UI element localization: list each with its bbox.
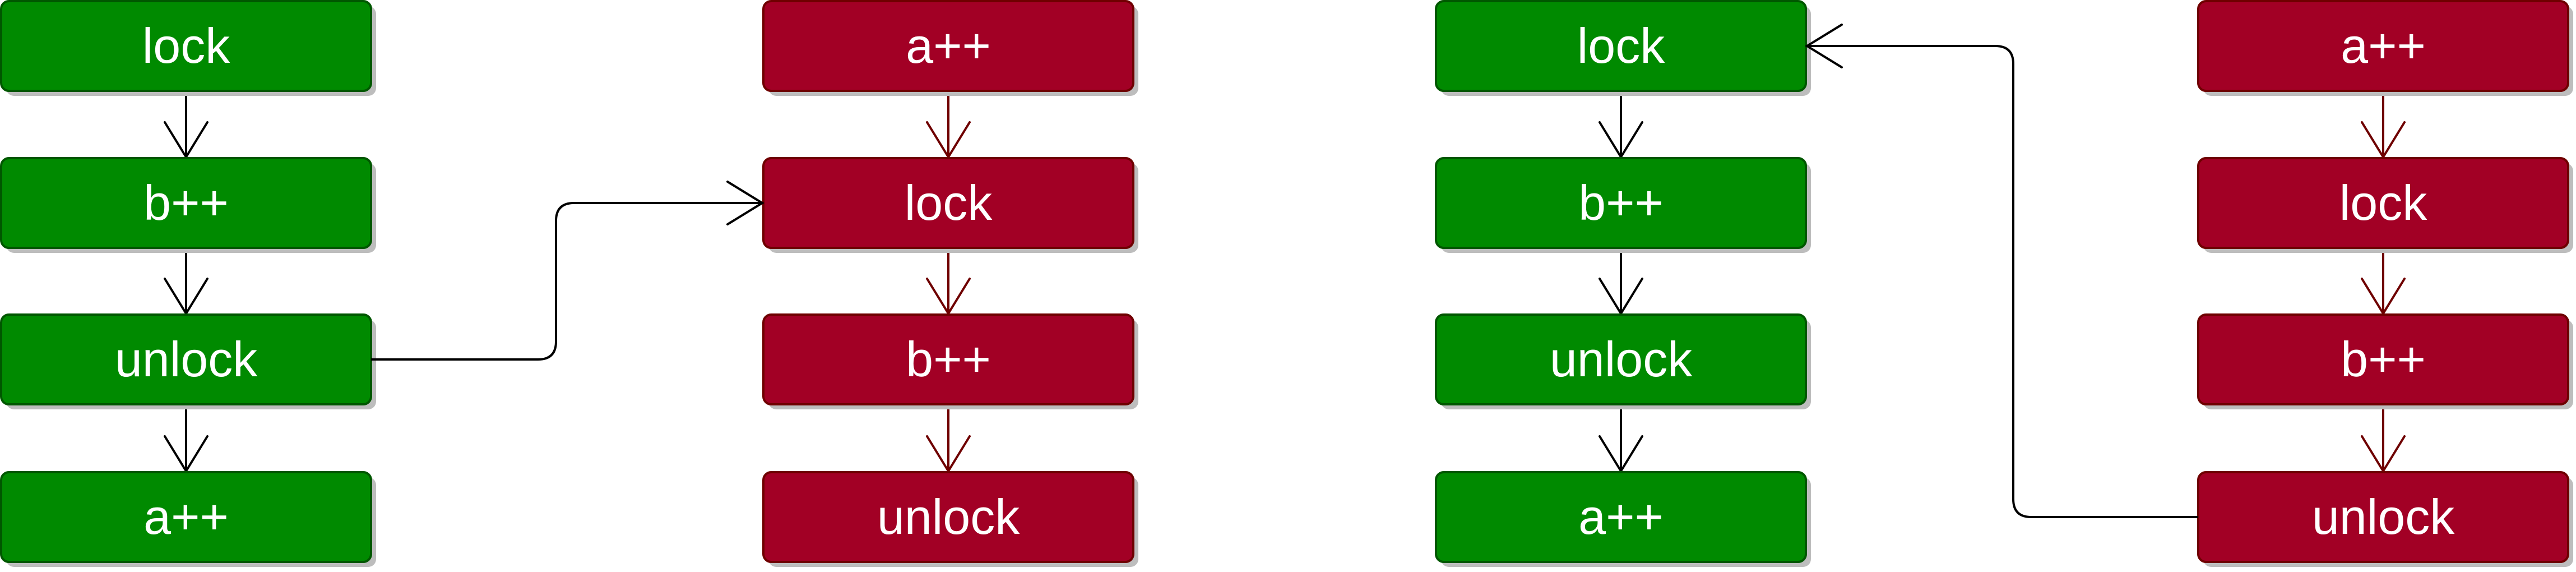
lock-sequence-diagram: lock b++ unlock a++ a++ lock b++ unlock lock b++ u…: [0, 0, 2573, 567]
flow-3-node-b-plus-plus: b++: [1435, 157, 1811, 253]
flow-4-node-unlock: unlock: [2197, 471, 2573, 567]
edges-layer: [164, 91, 2406, 473]
connector-unlock-to-lock-reverse: [1807, 45, 2198, 518]
node-label: unlock: [877, 489, 1020, 545]
node-label: unlock: [1550, 331, 1693, 387]
node-label: b++: [1578, 175, 1664, 230]
flow-4-node-a-plus-plus: a++: [2197, 0, 2573, 96]
flow-2-node-a-plus-plus: a++: [762, 0, 1138, 96]
node-label: lock: [142, 18, 230, 73]
node-label: a++: [2341, 18, 2426, 73]
flow-2-node-b-plus-plus: b++: [762, 313, 1138, 409]
flow-1-node-a-plus-plus: a++: [0, 471, 376, 567]
node-label: b++: [143, 175, 229, 230]
node-label: b++: [2341, 331, 2426, 387]
node-label: lock: [2339, 175, 2427, 230]
flow-1-node-lock: lock: [0, 0, 376, 96]
connector-unlock-to-lock: [371, 202, 762, 361]
flow-2-node-lock: lock: [762, 157, 1138, 253]
node-label: lock: [905, 175, 993, 230]
node-label: a++: [143, 489, 229, 545]
flow-1-node-b-plus-plus: b++: [0, 157, 376, 253]
flow-3-node-a-plus-plus: a++: [1435, 471, 1811, 567]
flow-4-node-lock: lock: [2197, 157, 2573, 253]
flow-1-node-unlock: unlock: [0, 313, 376, 409]
flow-3-node-lock: lock: [1435, 0, 1811, 96]
flow-2-node-unlock: unlock: [762, 471, 1138, 567]
flow-4-node-b-plus-plus: b++: [2197, 313, 2573, 409]
node-label: unlock: [115, 331, 258, 387]
node-label: b++: [906, 331, 991, 387]
flow-3-node-unlock: unlock: [1435, 313, 1811, 409]
node-label: a++: [1578, 489, 1664, 545]
node-label: a++: [906, 18, 991, 73]
node-label: unlock: [2312, 489, 2455, 545]
cross-links-layer: [371, 24, 2198, 518]
node-label: lock: [1577, 18, 1665, 73]
nodes-layer: lock b++ unlock a++ a++ lock b++ unlock lock b++ u…: [0, 0, 2573, 567]
